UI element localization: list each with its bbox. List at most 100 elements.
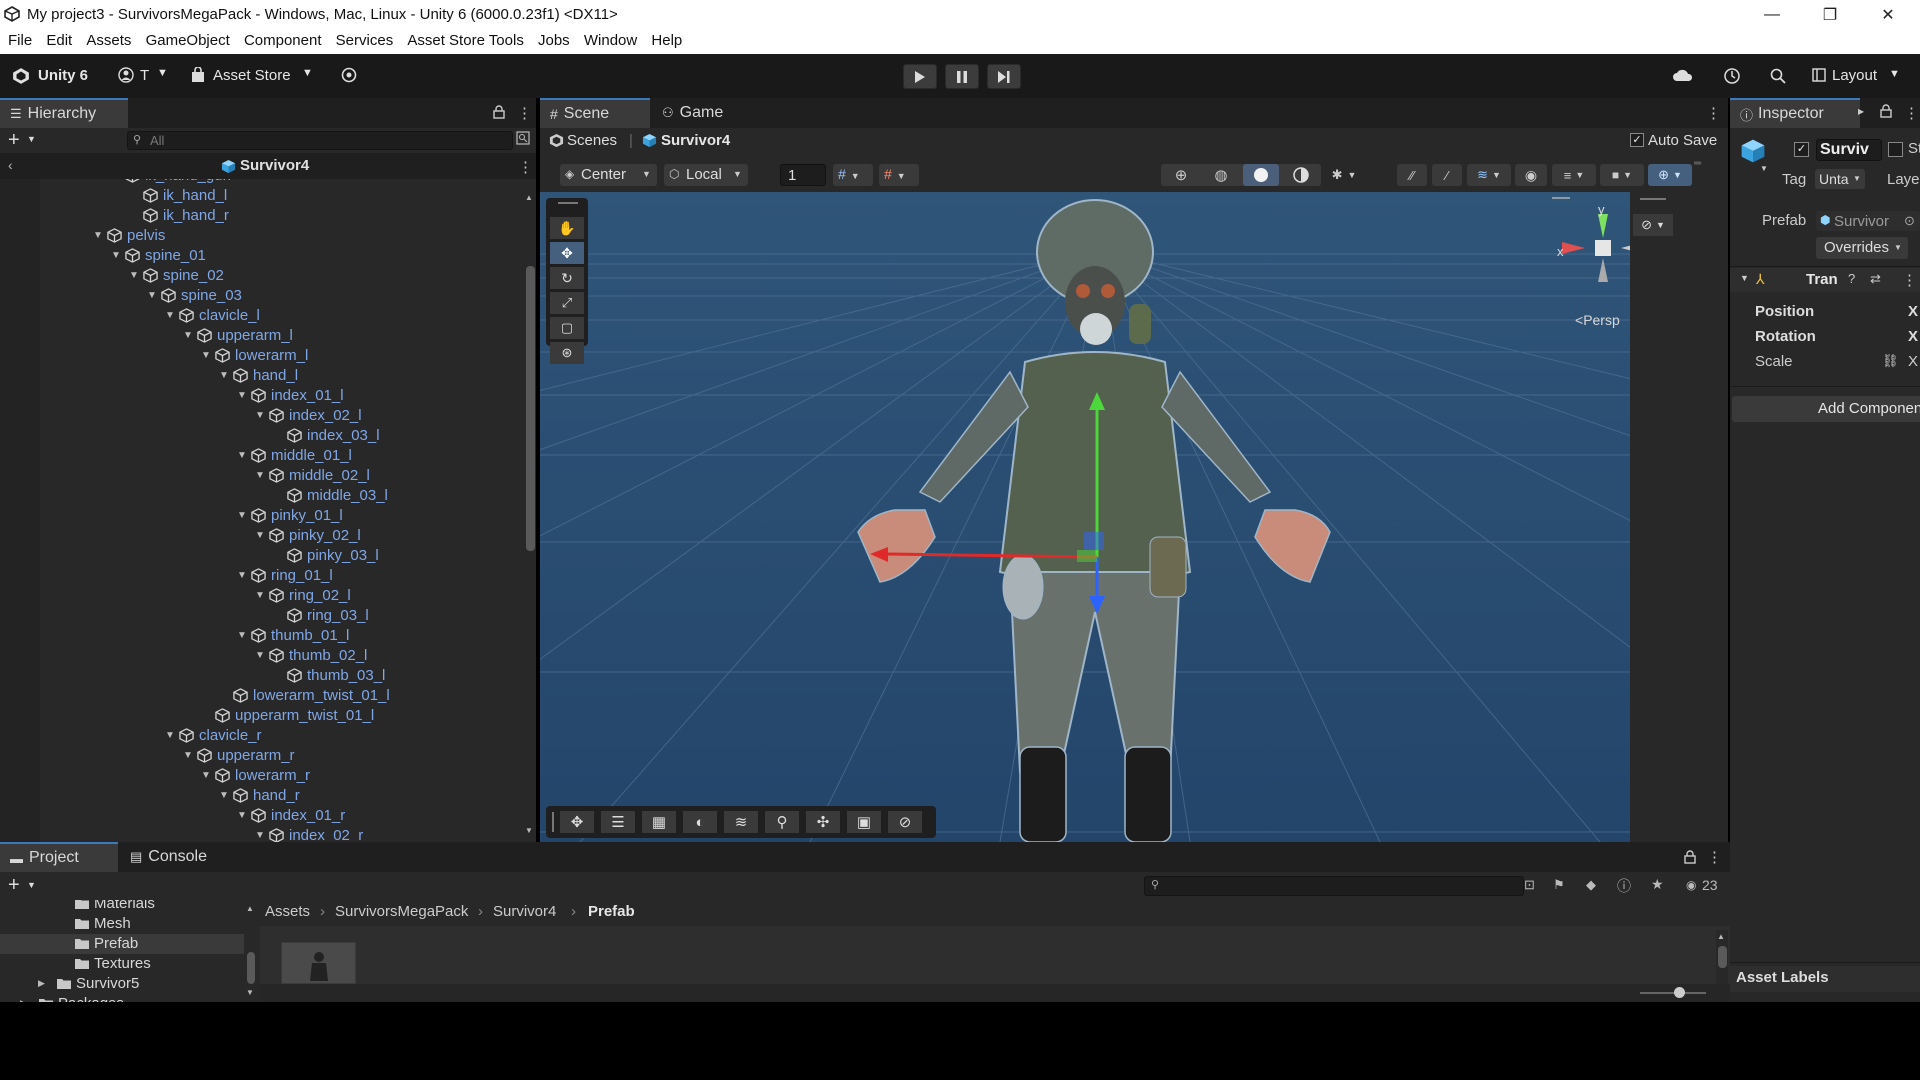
hierarchy-row[interactable]: ring_03_l — [273, 605, 369, 625]
foldout-arrow-icon[interactable]: ▼ — [147, 290, 161, 301]
foldout-arrow-icon[interactable]: ▼ — [165, 730, 179, 741]
hierarchy-row[interactable]: middle_03_l — [273, 485, 388, 505]
search-by-type-icon[interactable]: ⊡ — [1524, 877, 1535, 893]
foldout-arrow-icon[interactable]: ▼ — [219, 790, 233, 801]
thumbnail-size-handle[interactable] — [1674, 987, 1685, 998]
foldout-arrow-icon[interactable]: ▼ — [237, 630, 251, 641]
effects-toggle-icon[interactable]: ≋ ▼ — [1467, 164, 1511, 186]
wireframe-globe-icon[interactable]: ⊕ — [1163, 164, 1199, 186]
shaded-sphere-icon[interactable] — [1243, 164, 1279, 186]
prefab-field[interactable]: ⬢ Survivor ⊙ — [1816, 211, 1920, 231]
foldout-arrow-icon[interactable]: ▼ — [111, 250, 125, 261]
hierarchy-row[interactable]: ▼ ring_01_l — [237, 565, 333, 585]
hierarchy-row[interactable]: ▼ middle_01_l — [237, 445, 352, 465]
overlay-align-icon[interactable]: ☰ — [601, 811, 635, 833]
hierarchy-row[interactable]: ▼ pelvis — [93, 225, 165, 245]
move-tool-icon[interactable]: ✥ — [550, 242, 584, 264]
breadcrumb-current[interactable]: Prefab — [588, 903, 635, 920]
layout-dropdown[interactable]: Layout — [1832, 67, 1877, 84]
foldout-arrow-icon[interactable]: ▼ — [93, 230, 107, 241]
create-plus-icon[interactable]: + — [8, 129, 20, 152]
rotation-x-label[interactable]: X — [1908, 328, 1918, 345]
foldout-arrow-icon[interactable]: ▼ — [129, 270, 143, 281]
grid-scroll-up-icon[interactable]: ▲ — [1717, 932, 1725, 941]
overlay-layers-icon[interactable]: ≋ — [724, 811, 758, 833]
hierarchy-row[interactable]: ▼ index_01_l — [237, 385, 344, 405]
foldout-arrow-icon[interactable]: ▼ — [111, 179, 125, 181]
menu-gameobject[interactable]: GameObject — [146, 29, 230, 49]
project-folder-item[interactable]: ▶ Packages — [0, 994, 244, 1002]
overlay-sphere-icon[interactable]: ◐ — [683, 811, 717, 833]
menu-file[interactable]: File — [8, 29, 32, 49]
menu-services[interactable]: Services — [336, 29, 394, 49]
overlay-zoom-icon[interactable]: ⚲ — [765, 811, 799, 833]
debug-bug-icon[interactable]: ✱ ▼ — [1323, 164, 1365, 186]
scale-x-label[interactable]: X — [1908, 353, 1918, 370]
foldout-arrow-icon[interactable]: ▼ — [183, 750, 197, 761]
unity-version-button[interactable]: Unity 6 — [38, 67, 88, 84]
warning-icon[interactable]: ⓘ — [1617, 876, 1631, 896]
menu-window[interactable]: Window — [584, 29, 637, 49]
menu-asset-store-tools[interactable]: Asset Store Tools — [407, 29, 523, 49]
bottom-grip-icon[interactable] — [552, 812, 554, 832]
project-folder-item[interactable]: ▶ Survivor5 — [0, 974, 244, 994]
search-icon[interactable] — [1769, 67, 1787, 89]
breadcrumb-pack[interactable]: SurvivorsMegaPack — [335, 903, 468, 920]
hierarchy-search-field[interactable]: ⚲ All — [127, 131, 513, 150]
menu-jobs[interactable]: Jobs — [538, 29, 570, 49]
version-control-icon[interactable] — [340, 66, 358, 88]
hierarchy-row[interactable]: ▼ ring_02_l — [255, 585, 351, 605]
project-folder-item[interactable]: Textures — [0, 954, 244, 974]
hierarchy-row[interactable]: pinky_03_l — [273, 545, 379, 565]
foldout-arrow-icon[interactable]: ▼ — [237, 450, 251, 461]
tab-hierarchy[interactable]: ☰ Hierarchy — [0, 98, 128, 128]
hierarchy-row[interactable]: ▼ index_02_l — [255, 405, 362, 425]
scene-search-icon[interactable] — [516, 131, 530, 149]
position-x-label[interactable]: X — [1908, 303, 1918, 320]
hierarchy-row[interactable]: ik_hand_r — [129, 205, 229, 225]
project-lock-icon[interactable] — [1684, 850, 1696, 868]
hierarchy-row[interactable]: ▼ lowerarm_l — [201, 345, 308, 365]
project-create-dropdown-icon[interactable]: ▼ — [27, 880, 36, 890]
perspective-label[interactable]: <Persp — [1575, 312, 1620, 328]
transform-tool-icon[interactable]: ⊛ — [550, 342, 584, 364]
hierarchy-row[interactable]: ▼ thumb_02_l — [255, 645, 367, 665]
foldout-arrow-icon[interactable]: ▼ — [165, 310, 179, 321]
hierarchy-row[interactable]: upperarm_twist_01_l — [201, 705, 374, 725]
lighting-toggle-icon[interactable]: ⁄ — [1432, 164, 1462, 186]
foldout-arrow-icon[interactable]: ▼ — [183, 330, 197, 341]
hierarchy-row[interactable]: ▼ spine_02 — [129, 265, 224, 285]
overlay-move-icon[interactable]: ✥ — [560, 811, 594, 833]
rect-tool-icon[interactable]: ▢ — [550, 317, 584, 339]
hierarchy-row[interactable]: ▼ lowerarm_r — [201, 765, 310, 785]
lighting-sphere-icon[interactable] — [1283, 164, 1319, 186]
project-create-icon[interactable]: + — [8, 874, 20, 897]
layers-icon[interactable]: ≡ ▼ — [1552, 164, 1596, 186]
hierarchy-row[interactable]: ▼ hand_l — [219, 365, 298, 385]
scroll-up-icon[interactable]: ▲ — [525, 193, 533, 202]
minimize-button[interactable]: — — [1743, 0, 1801, 29]
breadcrumb-assets[interactable]: Assets — [265, 903, 310, 920]
step-button[interactable] — [987, 64, 1021, 89]
project-folder-item[interactable]: Prefab — [0, 934, 244, 954]
search-by-label-icon[interactable]: ⚑ — [1553, 877, 1565, 893]
increment-snap-toggle[interactable]: # ▼ — [879, 164, 919, 186]
hierarchy-more-icon[interactable]: ⋮ — [517, 104, 532, 122]
gizmos-icon[interactable]: ⊕ ▼ — [1648, 164, 1692, 186]
auto-save-checkbox[interactable]: ✓ — [1630, 133, 1644, 147]
overrides-dropdown[interactable]: Overrides ▼ — [1816, 237, 1908, 259]
foldout-arrow-icon[interactable]: ▼ — [237, 570, 251, 581]
camera-icon[interactable]: ■ ▼ — [1600, 164, 1644, 186]
project-tree-scrollbar[interactable] — [245, 900, 257, 1002]
inspector-more-icon[interactable]: ⋮ — [1904, 104, 1919, 122]
shaded-wire-globe-icon[interactable]: ◍ — [1203, 164, 1239, 186]
project-more-icon[interactable]: ⋮ — [1707, 848, 1722, 866]
account-dropdown-icon[interactable]: ▼ — [157, 67, 168, 79]
icon-dropdown-icon[interactable]: ▼ — [1760, 164, 1768, 173]
tab-project[interactable]: ▬ Project — [0, 842, 118, 872]
tag-dropdown[interactable]: Unta ▼ — [1815, 169, 1865, 189]
hierarchy-row[interactable]: ▼ spine_01 — [111, 245, 206, 265]
hidden-eye-icon[interactable]: ◉ — [1686, 878, 1696, 892]
project-folder-item[interactable]: Mesh — [0, 914, 244, 934]
overlay-pan-icon[interactable]: ✣ — [806, 811, 840, 833]
